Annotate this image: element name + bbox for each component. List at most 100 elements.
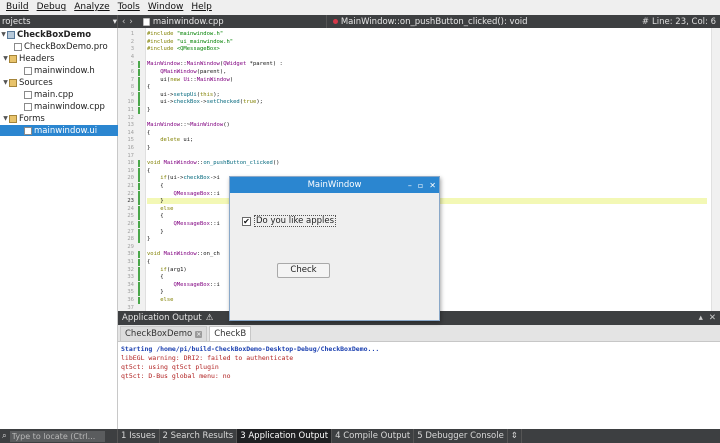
status-more-icon[interactable]: ⇕ xyxy=(508,429,522,443)
line-number: 28 xyxy=(127,236,134,243)
tree-item-sources[interactable]: ▼ Sources xyxy=(0,77,118,88)
status-application-output[interactable]: 3 Application Output xyxy=(237,429,333,443)
maximize-icon[interactable]: ▫ xyxy=(418,181,423,190)
status-debugger-console[interactable]: 5 Debugger Console xyxy=(414,429,508,443)
code-line: { xyxy=(147,259,151,265)
line-number: 8 xyxy=(130,84,134,91)
expand-arrow-icon[interactable]: ▼ xyxy=(2,79,9,86)
code-line: #include <QMessageBox> xyxy=(147,46,220,53)
code-line: } xyxy=(147,228,164,235)
symbol-selector[interactable]: MainWindow::on_pushButton_clicked(): voi… xyxy=(327,15,642,28)
output-tab-label: CheckB xyxy=(214,329,247,339)
menu-window[interactable]: Window xyxy=(144,0,188,15)
code-line: else xyxy=(160,205,174,212)
change-marker xyxy=(138,167,140,175)
file-selector[interactable]: mainwindow.cpp xyxy=(137,15,327,28)
code-line: MainWindow::MainWindow(QWidget *parent) … xyxy=(147,61,283,68)
tree-item-label: Sources xyxy=(19,77,53,88)
tree-item-mainwindow-cpp[interactable]: mainwindow.cpp xyxy=(0,101,118,112)
apples-checkbox[interactable]: ✔ xyxy=(242,216,251,226)
status-search-results[interactable]: 2 Search Results xyxy=(160,429,238,443)
change-marker xyxy=(138,107,140,114)
apples-checkbox-row[interactable]: ✔ Do you like apples xyxy=(242,215,337,227)
line-number: 1 xyxy=(130,31,134,37)
menu-debug[interactable]: Debug xyxy=(33,0,71,15)
menu-analyze[interactable]: Analyze xyxy=(70,0,113,15)
code-line: { xyxy=(147,167,151,174)
line-col-indicator[interactable]: # Line: 23, Col: 6 xyxy=(642,17,720,27)
folder-icon xyxy=(9,114,17,123)
output-tab-label: CheckBoxDemo xyxy=(125,329,193,339)
code-line: delete ui; xyxy=(160,137,194,144)
code-line: ui->checkBox->setChecked(true); xyxy=(147,99,263,106)
code-line: } xyxy=(147,145,151,151)
line-number: 12 xyxy=(127,114,134,121)
line-number: 37 xyxy=(127,304,134,311)
symbol-label: MainWindow::on_pushButton_clicked(): voi… xyxy=(340,16,528,27)
line-number: 29 xyxy=(127,243,134,250)
change-marker xyxy=(138,297,140,304)
tree-item-label: main.cpp xyxy=(34,89,74,100)
editor-scrollbar[interactable] xyxy=(711,28,720,311)
back-icon[interactable]: ‹ xyxy=(122,17,125,27)
tree-item-mainwindow-ui[interactable]: mainwindow.ui xyxy=(0,125,118,136)
output-tab-checkboxdemo[interactable]: CheckBoxDemo × xyxy=(120,326,208,341)
forward-icon[interactable]: › xyxy=(129,17,132,27)
output-text[interactable]: Starting /home/pi/build-CheckBoxDemo-Des… xyxy=(118,342,720,429)
menu-build[interactable]: Build xyxy=(0,0,33,15)
locator: ⌕ xyxy=(0,429,118,443)
tree-item-label: mainwindow.cpp xyxy=(34,101,105,112)
tree-item-pro-file[interactable]: CheckBoxDemo.pro xyxy=(0,41,118,52)
line-number: 27 xyxy=(127,228,134,235)
apples-checkbox-label[interactable]: Do you like apples xyxy=(254,215,337,227)
output-line: qt5ct: D-Bus global menu: no xyxy=(121,372,231,380)
tree-item-mainwindow-h[interactable]: mainwindow.h xyxy=(0,65,118,76)
change-marker xyxy=(138,281,140,289)
expand-arrow-icon[interactable]: ▼ xyxy=(2,55,9,62)
status-bar: ⌕ 1 Issues 2 Search Results 3 Applicatio… xyxy=(0,429,720,443)
menu-tools[interactable]: Tools xyxy=(114,0,144,15)
line-number: 9 xyxy=(130,91,134,98)
file-icon xyxy=(24,102,32,111)
file-icon xyxy=(24,66,32,75)
locator-input[interactable] xyxy=(9,430,105,442)
projects-selector[interactable]: rojects ▾ xyxy=(0,15,118,28)
line-col-label: Line: 23, Col: 6 xyxy=(652,16,716,27)
file-tab-label: mainwindow.cpp xyxy=(152,16,224,27)
output-tab-checkb[interactable]: CheckB xyxy=(209,326,252,341)
code-line: QMessageBox::i xyxy=(173,221,220,227)
tree-item-forms[interactable]: ▼ Forms xyxy=(0,113,118,124)
status-issues[interactable]: 1 Issues xyxy=(118,429,160,443)
change-marker xyxy=(138,205,140,213)
nav-buttons: ‹ › xyxy=(118,17,137,27)
maximize-icon[interactable]: ▴ xyxy=(699,313,703,323)
close-icon[interactable]: ✕ xyxy=(429,181,436,190)
code-line: ui->setupUi(this); xyxy=(147,91,220,98)
close-tab-icon[interactable]: × xyxy=(195,330,203,338)
filter-icon[interactable]: ⚠ xyxy=(206,313,214,323)
status-compile-output[interactable]: 4 Compile Output xyxy=(332,429,415,443)
line-number: 13 xyxy=(127,122,134,129)
editor-toolbar: rojects ▾ ‹ › mainwindow.cpp MainWindow:… xyxy=(0,15,720,28)
expand-arrow-icon[interactable]: ▼ xyxy=(0,31,7,38)
close-icon[interactable]: ✕ xyxy=(709,313,716,323)
file-icon xyxy=(14,42,22,51)
change-marker xyxy=(138,99,140,107)
change-marker xyxy=(138,236,140,244)
minimize-icon[interactable]: – xyxy=(408,181,412,190)
line-number-gutter[interactable]: 1 2 3 4 5 6 7 8 9 10 11 12 13 14 15 16 17 18 19 20 21 22 23 24 2… xyxy=(118,28,146,311)
tree-item-headers[interactable]: ▼ Headers xyxy=(0,53,118,64)
projects-label: rojects xyxy=(2,16,31,27)
line-number: 25 xyxy=(127,213,134,220)
menu-help[interactable]: Help xyxy=(187,0,216,15)
tree-item-main-cpp[interactable]: main.cpp xyxy=(0,89,118,100)
code-line: void MainWindow::on_ch xyxy=(147,251,220,258)
expand-arrow-icon[interactable]: ▼ xyxy=(2,115,9,122)
code-line: { xyxy=(147,84,151,91)
hash-icon: # xyxy=(641,16,650,27)
line-number: 3 xyxy=(130,46,134,53)
change-marker xyxy=(138,213,140,221)
tree-item-checkboxdemo[interactable]: ▼ CheckBoxDemo xyxy=(0,29,118,40)
line-number: 19 xyxy=(127,167,134,174)
check-button[interactable]: Check xyxy=(277,263,330,278)
